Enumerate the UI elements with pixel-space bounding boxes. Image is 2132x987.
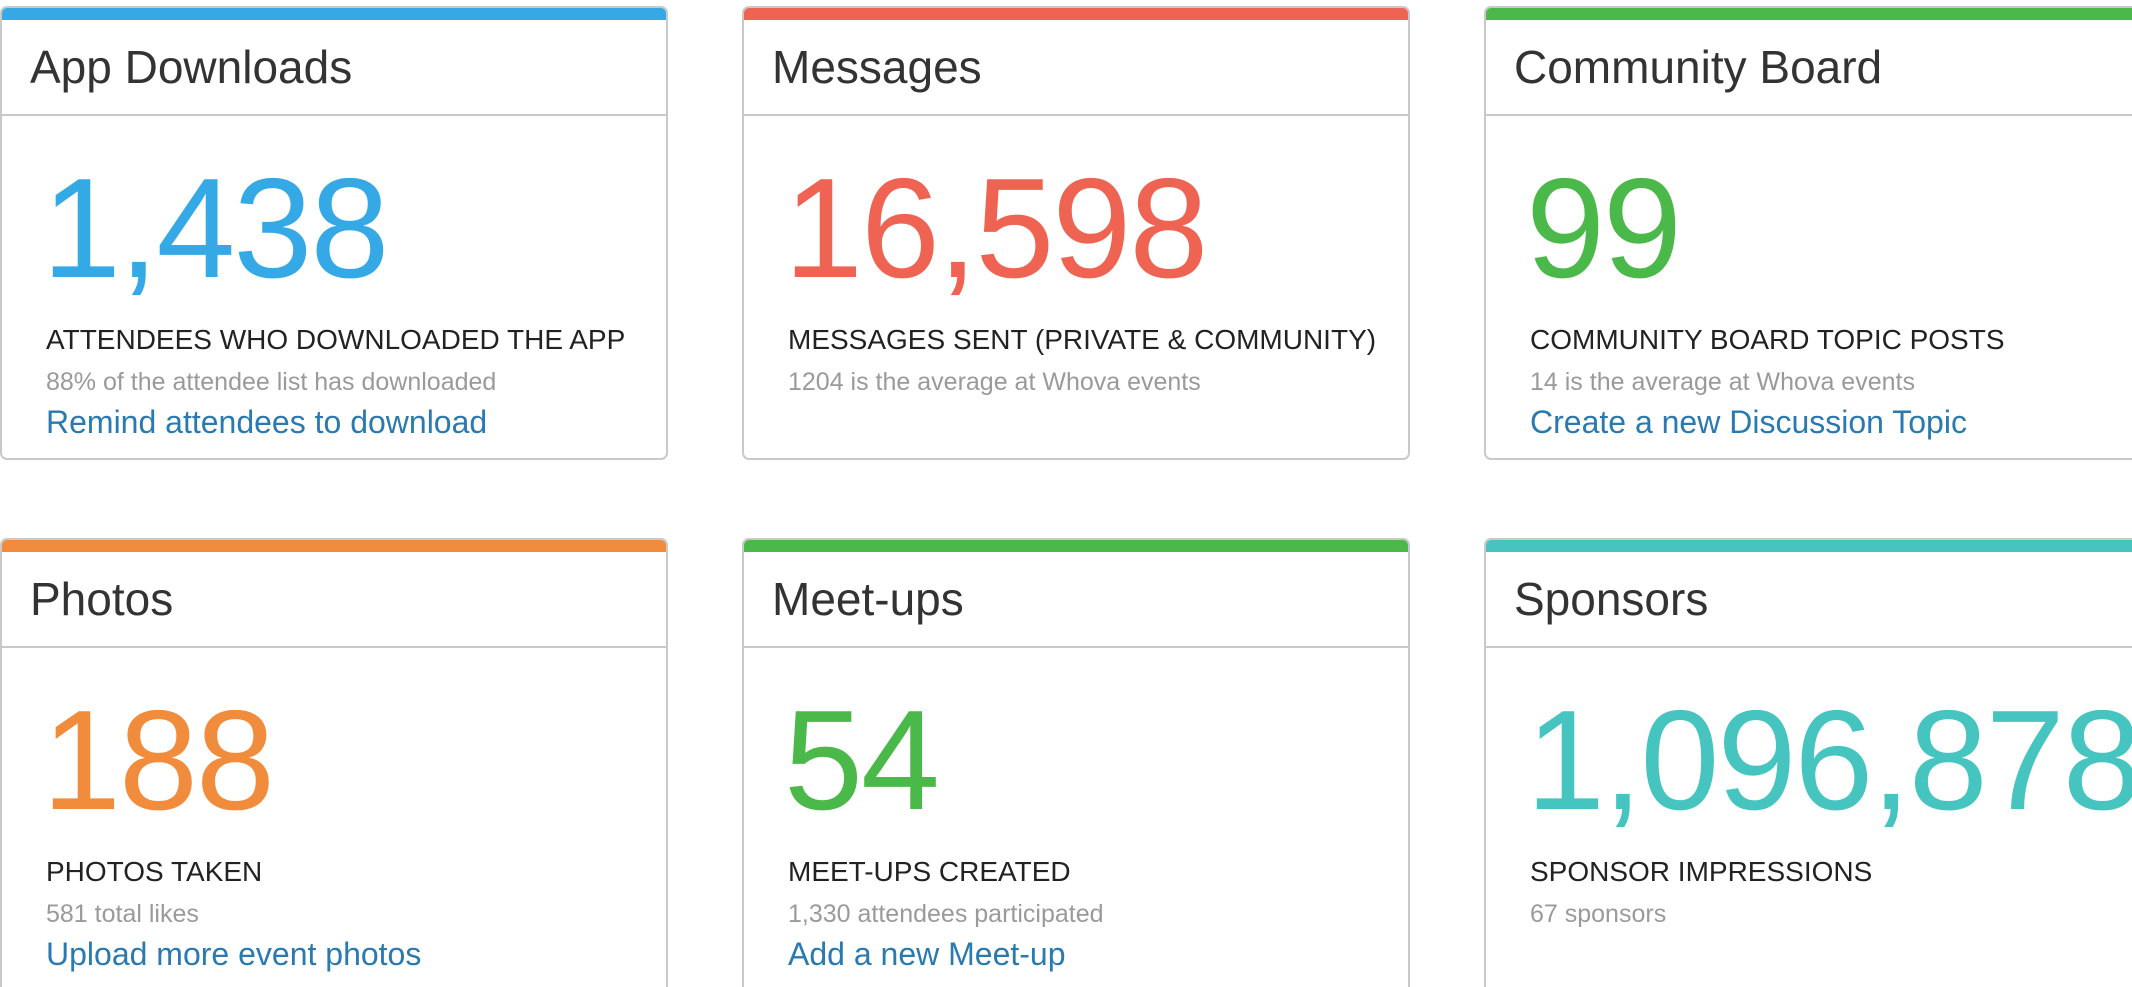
card-photos: Photos 188 PHOTOS TAKEN 581 total likes … — [0, 538, 668, 987]
card-subtext: 1204 is the average at Whova events — [788, 368, 1201, 396]
card-divider — [1486, 646, 2132, 648]
card-metric: 99 — [1526, 149, 1682, 308]
card-subtext: 67 sponsors — [1530, 900, 1667, 928]
card-accent-bar — [2, 8, 666, 20]
upload-photos-link[interactable]: Upload more event photos — [46, 938, 421, 970]
card-subtext: 581 total likes — [46, 900, 199, 928]
card-divider — [2, 114, 666, 116]
card-divider — [2, 646, 666, 648]
card-community-board: Community Board 99 COMMUNITY BOARD TOPIC… — [1484, 6, 2132, 460]
card-metric-label: PHOTOS TAKEN — [46, 856, 263, 887]
stats-grid: App Downloads 1,438 ATTENDEES WHO DOWNLO… — [0, 0, 2132, 987]
card-subtext: 88% of the attendee list has downloaded — [46, 368, 497, 396]
card-accent-bar — [2, 540, 666, 552]
card-metric-label: COMMUNITY BOARD TOPIC POSTS — [1530, 324, 2005, 355]
card-subtext: 1,330 attendees participated — [788, 900, 1104, 928]
card-subtext: 14 is the average at Whova events — [1530, 368, 1915, 396]
card-metric-label: MEET-UPS CREATED — [788, 856, 1071, 887]
card-app-downloads: App Downloads 1,438 ATTENDEES WHO DOWNLO… — [0, 6, 668, 460]
card-sponsors: Sponsors 1,096,878 SPONSOR IMPRESSIONS 6… — [1484, 538, 2132, 987]
remind-attendees-link[interactable]: Remind attendees to download — [46, 406, 487, 438]
card-meetups: Meet-ups 54 MEET-UPS CREATED 1,330 atten… — [742, 538, 1410, 987]
card-metric-label: SPONSOR IMPRESSIONS — [1530, 856, 1873, 887]
card-title: Messages — [772, 41, 982, 93]
card-title: Sponsors — [1514, 573, 1709, 625]
card-accent-bar — [1486, 8, 2132, 20]
create-discussion-topic-link[interactable]: Create a new Discussion Topic — [1530, 406, 1967, 438]
card-title: App Downloads — [30, 41, 353, 93]
card-metric: 16,598 — [784, 149, 1208, 308]
card-metric: 1,438 — [42, 149, 389, 308]
card-metric-label: ATTENDEES WHO DOWNLOADED THE APP — [46, 324, 626, 355]
card-metric-label: MESSAGES SENT (PRIVATE & COMMUNITY) — [788, 324, 1377, 355]
card-accent-bar — [744, 540, 1408, 552]
card-title: Community Board — [1514, 41, 1883, 93]
card-metric: 188 — [42, 681, 275, 840]
card-divider — [1486, 114, 2132, 116]
card-divider — [744, 646, 1408, 648]
card-divider — [744, 114, 1408, 116]
card-accent-bar — [1486, 540, 2132, 552]
card-accent-bar — [744, 8, 1408, 20]
card-metric: 54 — [784, 681, 940, 840]
add-meetup-link[interactable]: Add a new Meet-up — [788, 938, 1066, 970]
card-metric: 1,096,878 — [1526, 681, 2132, 840]
card-messages: Messages 16,598 MESSAGES SENT (PRIVATE &… — [742, 6, 1410, 460]
card-title: Photos — [30, 573, 174, 625]
card-title: Meet-ups — [772, 573, 964, 625]
